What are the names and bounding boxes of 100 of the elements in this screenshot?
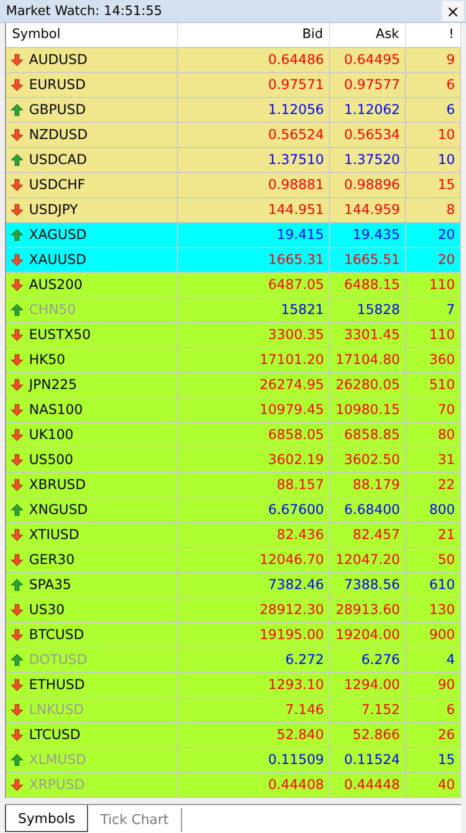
- table-cell: 1.12062: [330, 98, 406, 123]
- table-cell: 17104.80: [330, 348, 406, 373]
- tab[interactable]: Symbols: [5, 805, 88, 832]
- table-cell: 7382.46: [178, 573, 330, 598]
- table-cell: 80: [406, 423, 461, 448]
- symbol-name: SPA35: [29, 577, 72, 593]
- table-cell: 19.415: [178, 223, 330, 248]
- symbol-name: US500: [29, 452, 74, 468]
- table-cell: 6: [406, 698, 461, 723]
- symbol-name: UK100: [29, 427, 74, 443]
- tab[interactable]: Tick Chart: [88, 808, 182, 832]
- symbol-name: DOTUSD: [29, 652, 88, 668]
- table-cell: 6488.15: [330, 273, 406, 298]
- table-cell: 50: [406, 548, 461, 573]
- symbol-name: NAS100: [29, 402, 83, 418]
- symbol-name: XBRUSD: [29, 477, 86, 493]
- table-cell: 610: [406, 573, 461, 598]
- table-cell: 7388.56: [330, 573, 406, 598]
- table-cell: 0.44448: [330, 773, 406, 798]
- table-cell: 0.97577: [330, 73, 406, 98]
- column-header[interactable]: !: [406, 23, 461, 48]
- table-cell: 6858.05: [178, 423, 330, 448]
- table-cell: 70: [406, 398, 461, 423]
- table-cell: 1665.31: [178, 248, 330, 273]
- table-cell: 19204.00: [330, 623, 406, 648]
- symbol-name: CHN50: [29, 302, 76, 318]
- table-cell: 7.152: [330, 698, 406, 723]
- table-cell: 6487.05: [178, 273, 330, 298]
- table-cell: 26274.95: [178, 373, 330, 398]
- table-cell: 28913.60: [330, 598, 406, 623]
- symbol-name: BTCUSD: [29, 627, 84, 643]
- table-cell: 0.44408: [178, 773, 330, 798]
- table-cell: 40: [406, 773, 461, 798]
- table-cell: 10: [406, 123, 461, 148]
- symbol-name: JPN225: [29, 377, 77, 393]
- symbol-name: USDCAD: [29, 152, 87, 168]
- table-cell: 26: [406, 723, 461, 748]
- table-cell: 10979.45: [178, 398, 330, 423]
- table-cell: 1665.51: [330, 248, 406, 273]
- symbol-name: AUS200: [29, 277, 82, 293]
- table-cell: 15828: [330, 298, 406, 323]
- table-cell: 7.146: [178, 698, 330, 723]
- symbol-name: LTCUSD: [29, 727, 80, 743]
- column-header[interactable]: Bid: [178, 23, 330, 48]
- table-cell: 15: [406, 173, 461, 198]
- table-cell: 360: [406, 348, 461, 373]
- table-cell: 12047.20: [330, 548, 406, 573]
- table-cell: 3301.45: [330, 323, 406, 348]
- column-header[interactable]: Ask: [330, 23, 406, 48]
- table-cell: 6858.85: [330, 423, 406, 448]
- table-cell: 19195.00: [178, 623, 330, 648]
- table-cell: 15821: [178, 298, 330, 323]
- column-header[interactable]: Symbol: [6, 23, 178, 48]
- table-cell: 6.67600: [178, 498, 330, 523]
- table-cell: 130: [406, 598, 461, 623]
- symbol-name: XRPUSD: [29, 777, 85, 793]
- table-cell: 0.64486: [178, 48, 330, 73]
- table-cell: 20: [406, 248, 461, 273]
- table-cell: 110: [406, 323, 461, 348]
- table-cell: 0.56534: [330, 123, 406, 148]
- symbol-name: XNGUSD: [29, 502, 88, 518]
- table-cell: 8: [406, 198, 461, 223]
- table-cell: 17101.20: [178, 348, 330, 373]
- table-cell: 21: [406, 523, 461, 548]
- table-cell: 0.11524: [330, 748, 406, 773]
- symbol-name: USDCHF: [29, 177, 86, 193]
- table-cell: 82.436: [178, 523, 330, 548]
- table-cell: 3602.50: [330, 448, 406, 473]
- table-cell: 52.866: [330, 723, 406, 748]
- table-cell: 4: [406, 648, 461, 673]
- table-cell: 10980.15: [330, 398, 406, 423]
- table-cell: 20: [406, 223, 461, 248]
- table-cell: 1293.10: [178, 673, 330, 698]
- table-cell: 7: [406, 298, 461, 323]
- table-cell: 6.276: [330, 648, 406, 673]
- table-cell: 88.179: [330, 473, 406, 498]
- symbol-name: XAGUSD: [29, 227, 87, 243]
- table-cell: 6.272: [178, 648, 330, 673]
- close-button[interactable]: ×: [442, 1, 464, 21]
- table-cell: 144.951: [178, 198, 330, 223]
- table-cell: 0.98896: [330, 173, 406, 198]
- symbol-name: EURUSD: [29, 77, 86, 93]
- table-cell: 0.11509: [178, 748, 330, 773]
- table-cell: 6: [406, 73, 461, 98]
- table-cell: 12046.70: [178, 548, 330, 573]
- table-cell: 900: [406, 623, 461, 648]
- table-cell: 3300.35: [178, 323, 330, 348]
- table-cell: 31: [406, 448, 461, 473]
- symbol-name: ETHUSD: [29, 677, 85, 693]
- table-cell: 1294.00: [330, 673, 406, 698]
- table-cell: 9: [406, 48, 461, 73]
- symbol-name: LNKUSD: [29, 702, 84, 718]
- table-cell: 800: [406, 498, 461, 523]
- symbol-name: XAUUSD: [29, 252, 86, 268]
- table-cell: 0.56524: [178, 123, 330, 148]
- table-cell: 110: [406, 273, 461, 298]
- window-title: Market Watch: 14:51:55: [6, 4, 164, 18]
- symbol-name: GBPUSD: [29, 102, 86, 118]
- table-cell: 3602.19: [178, 448, 330, 473]
- table-cell: 82.457: [330, 523, 406, 548]
